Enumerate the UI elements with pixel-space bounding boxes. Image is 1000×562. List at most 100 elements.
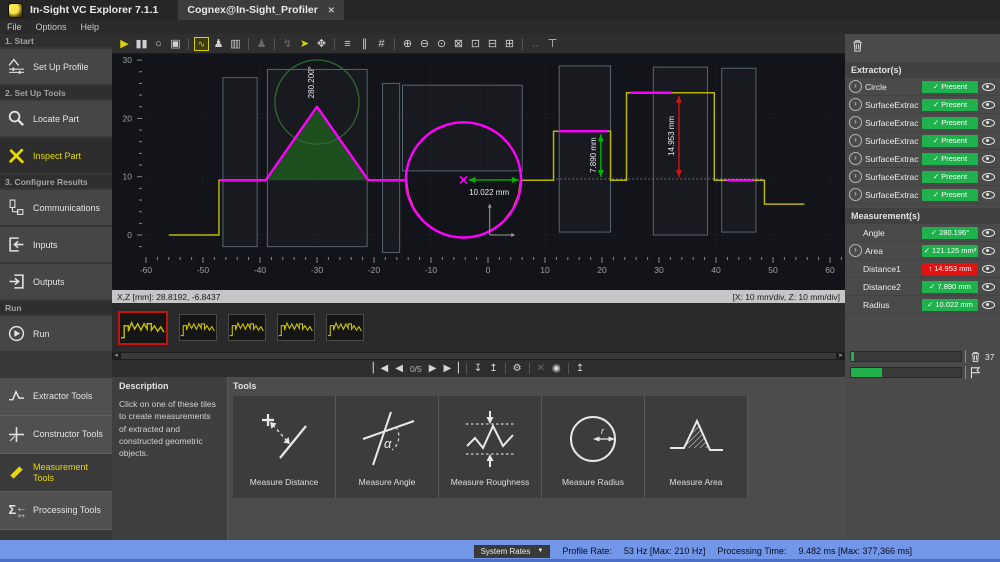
snapshot-icon[interactable]: ▣: [168, 36, 183, 52]
measurement-row-distance2[interactable]: Distance2✓7.890 mm: [845, 278, 1000, 296]
buffer-trash-icon[interactable]: [969, 350, 982, 363]
palette-item-processing-tools[interactable]: Σ+−×+Processing Tools: [0, 492, 112, 530]
profile-thumbnail-2[interactable]: [179, 314, 217, 341]
palette-item-constructor-tools[interactable]: Constructor Tools: [0, 416, 112, 454]
sidebar-item-locate-part[interactable]: Locate Part: [0, 101, 112, 136]
save-profiles-button[interactable]: ↧: [474, 361, 482, 376]
palette-item-extractor-tools[interactable]: Extractor Tools: [0, 378, 112, 416]
record-icon[interactable]: ○: [151, 36, 166, 52]
palette-item-measurement-tools[interactable]: Measurement Tools: [0, 454, 112, 492]
expand-chevron-icon[interactable]: ›: [849, 244, 862, 257]
tool-tile-measure-angle[interactable]: αMeasure Angle: [336, 396, 439, 498]
pointer-icon[interactable]: ➤: [297, 36, 312, 52]
profile-overlay-icon[interactable]: ≡: [340, 36, 355, 52]
filmstrip-scrollbar[interactable]: ◂ ▸: [112, 352, 845, 360]
extractor-row-2[interactable]: ›SurfaceExtractor✓Present: [845, 96, 1000, 114]
scroll-right-icon[interactable]: ▸: [837, 352, 845, 360]
record-flag-icon[interactable]: [969, 366, 982, 379]
extractor-row-6[interactable]: ›SurfaceExtractor1_...✓Present: [845, 168, 1000, 186]
record-filmstrip-button[interactable]: ◉: [552, 361, 561, 376]
visibility-eye-icon[interactable]: [981, 188, 996, 201]
profile-thumbnail-waveform-icon: [278, 315, 314, 340]
visibility-eye-icon[interactable]: [981, 244, 996, 257]
svg-text:20: 20: [597, 265, 607, 275]
extractor-row-7[interactable]: ›SurfaceExtractor2✓Present: [845, 186, 1000, 204]
axis-orientation-icon[interactable]: ⊤: [545, 36, 560, 52]
first-frame-button[interactable]: ▏◀: [373, 361, 388, 376]
extractor-row-5[interactable]: ›SurfaceExtractor1✓Present: [845, 150, 1000, 168]
expand-chevron-icon[interactable]: ›: [849, 134, 862, 147]
svg-text:14.953 mm: 14.953 mm: [667, 116, 676, 156]
next-frame-button[interactable]: ▶: [429, 361, 437, 376]
measurement-row-angle[interactable]: Angle✓280.196°: [845, 224, 1000, 242]
prev-frame-button[interactable]: ◀: [395, 361, 403, 376]
expand-chevron-icon[interactable]: ›: [849, 152, 862, 165]
sidebar-item-inspect-part[interactable]: Inspect Part: [0, 138, 112, 173]
extractor-row-3[interactable]: ›SurfaceExtractor_...✓Present: [845, 114, 1000, 132]
zoom-out-icon[interactable]: ⊖: [417, 36, 432, 52]
scroll-left-icon[interactable]: ◂: [112, 352, 120, 360]
sidebar-item-communications[interactable]: Communications: [0, 190, 112, 225]
visibility-eye-icon[interactable]: [981, 80, 996, 93]
pause-icon[interactable]: ▮▮: [134, 36, 149, 52]
tool-tile-measure-area[interactable]: Measure Area: [645, 396, 748, 498]
tool-tile-measure-roughness[interactable]: Measure Roughness: [439, 396, 542, 498]
scrollbar-thumb[interactable]: [121, 353, 836, 359]
menu-file[interactable]: File: [7, 22, 22, 32]
sidebar-item-run[interactable]: Run: [0, 316, 112, 351]
extractor-row-4[interactable]: ›SurfaceExtractor_...✓Present: [845, 132, 1000, 150]
expand-chevron-icon[interactable]: ›: [849, 188, 862, 201]
manual-acquire-icon[interactable]: ♟: [211, 36, 226, 52]
sidebar-item-set-up-profile[interactable]: Set Up Profile: [0, 49, 112, 84]
zoom-width-icon[interactable]: ⊟: [485, 36, 500, 52]
visibility-eye-icon[interactable]: [981, 134, 996, 147]
tool-tile-measure-distance[interactable]: Measure Distance: [233, 396, 336, 498]
last-frame-button[interactable]: ▶▕: [443, 361, 458, 376]
tab-insight-profiler[interactable]: Cognex@In-Sight_Profiler ✕: [178, 0, 344, 20]
pan-hand-icon[interactable]: ✥: [314, 36, 329, 52]
profile-thumbnail-4[interactable]: [277, 314, 315, 341]
visibility-eye-icon[interactable]: [981, 170, 996, 183]
profile-chart[interactable]: 10.022 mm7.890 mm14.953 mm280.200°-60-50…: [112, 54, 845, 290]
filmstrip-settings-button[interactable]: ⚙: [513, 361, 522, 376]
expand-chevron-icon[interactable]: ›: [849, 80, 862, 93]
expand-chevron-icon[interactable]: ›: [849, 98, 862, 111]
visibility-eye-icon[interactable]: [981, 226, 996, 239]
sidebar-item-outputs[interactable]: Outputs: [0, 264, 112, 299]
delete-tool-button[interactable]: [850, 38, 865, 58]
close-tab-icon[interactable]: ✕: [328, 5, 335, 16]
profile-compare-icon[interactable]: #: [374, 36, 389, 52]
visibility-eye-icon[interactable]: [981, 116, 996, 129]
extractor-row-1[interactable]: ›Circle✓Present: [845, 78, 1000, 96]
visibility-eye-icon[interactable]: [981, 298, 996, 311]
expand-chevron-icon[interactable]: ›: [849, 170, 862, 183]
profile-thumbnail-1[interactable]: [118, 311, 168, 345]
zoom-in-icon[interactable]: ⊕: [400, 36, 415, 52]
visibility-eye-icon[interactable]: [981, 152, 996, 165]
visibility-eye-icon[interactable]: [981, 98, 996, 111]
measurement-row-distance1[interactable]: Distance1↑14.953 mm: [845, 260, 1000, 278]
check-icon: ✓: [933, 118, 939, 127]
profile-markers-icon[interactable]: ∥: [357, 36, 372, 52]
zoom-1to1-icon[interactable]: ⊙: [434, 36, 449, 52]
expand-chevron-icon[interactable]: ›: [849, 116, 862, 129]
visibility-eye-icon[interactable]: [981, 280, 996, 293]
measurement-row-area[interactable]: ›Area✓121.125 mm²: [845, 242, 1000, 260]
measurement-row-radius[interactable]: Radius✓10.022 mm: [845, 296, 1000, 314]
visibility-eye-icon[interactable]: [981, 262, 996, 275]
export-profile-button[interactable]: ↥: [576, 361, 584, 376]
zoom-height-icon[interactable]: ⊞: [502, 36, 517, 52]
zoom-region-icon[interactable]: ⊡: [468, 36, 483, 52]
system-rates-dropdown[interactable]: System Rates ▼: [474, 545, 551, 558]
live-acquisition-icon[interactable]: ∿: [194, 37, 209, 51]
menu-help[interactable]: Help: [81, 22, 100, 32]
sidebar-item-inputs[interactable]: Inputs: [0, 227, 112, 262]
tool-tile-measure-radius[interactable]: rMeasure Radius: [542, 396, 645, 498]
load-profiles-button[interactable]: ↥: [489, 361, 497, 376]
profile-thumbnail-3[interactable]: [228, 314, 266, 341]
run-icon[interactable]: ▶: [117, 36, 132, 52]
filmstrip-view-icon[interactable]: ▥: [228, 36, 243, 52]
zoom-fit-icon[interactable]: ⊠: [451, 36, 466, 52]
menu-options[interactable]: Options: [36, 22, 67, 32]
profile-thumbnail-5[interactable]: [326, 314, 364, 341]
